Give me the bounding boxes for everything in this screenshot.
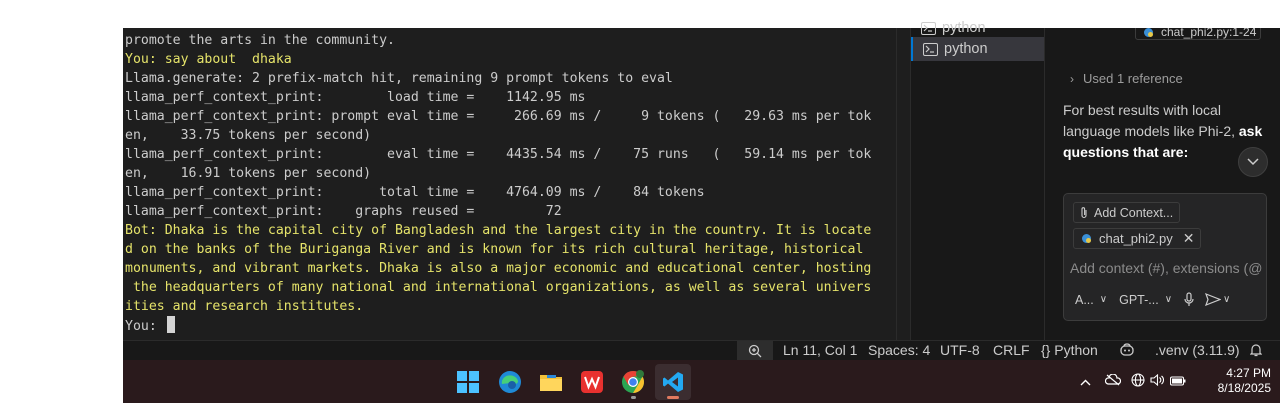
terminal-tab-label: python [942, 20, 986, 36]
terminal-line: llama_perf_context_print: prompt eval ti… [125, 109, 872, 124]
terminal-line: You: say about dhaka [125, 52, 292, 67]
active-indicator [667, 396, 679, 399]
taskbar-app-wps[interactable] [574, 364, 610, 400]
terminal-line: the headquarters of many national and in… [125, 280, 872, 295]
terminal-line: llama_perf_context_print: eval time = 44… [125, 147, 872, 162]
attached-file-label: chat_phi2.py [1099, 231, 1173, 246]
system-tray [1080, 360, 1186, 403]
terminal-cursor [166, 316, 175, 333]
braces-icon: {} [1041, 342, 1055, 358]
line-ending[interactable]: CRLF [993, 341, 1030, 361]
microphone-icon[interactable] [1184, 292, 1194, 307]
chevron-down-icon: ∨ [1164, 294, 1173, 305]
terminal-tab-python-active[interactable]: python [911, 37, 1045, 61]
battery-icon[interactable] [1169, 374, 1186, 389]
add-context-label: Add Context... [1094, 205, 1174, 220]
file-reference-chip[interactable]: chat_phi2.py:1-24 [1135, 28, 1261, 40]
language-label: Python [1054, 342, 1098, 358]
language-mode[interactable]: {} Python [1041, 341, 1098, 361]
wps-office-icon [581, 371, 603, 393]
terminal-line: monuments, and vibrant markets. Dhaka is… [125, 261, 872, 276]
attached-file-chip[interactable]: chat_phi2.py ✕ [1073, 228, 1202, 249]
clock-date: 8/18/2025 [1217, 381, 1271, 395]
python-file-icon [1082, 234, 1091, 243]
vscode-icon [663, 372, 683, 392]
taskbar-app-chrome[interactable] [615, 364, 651, 400]
python-file-icon [1144, 28, 1153, 37]
taskbar-app-vscode[interactable] [655, 364, 691, 400]
python-interpreter[interactable]: .venv (3.11.9) [1155, 341, 1240, 361]
taskbar-clock[interactable]: 4:27 PM 8/18/2025 [1211, 366, 1271, 396]
terminal-icon [921, 21, 936, 35]
scroll-down-button[interactable] [1238, 147, 1268, 177]
cloud-off-icon[interactable] [1104, 373, 1122, 389]
running-indicator [631, 396, 636, 399]
terminal-line: llama_perf_context_print: total time = 4… [125, 185, 705, 200]
folder-icon [540, 375, 562, 391]
terminal-line: llama_perf_context_print: graphs reused … [125, 204, 562, 219]
chevron-down-icon: ∨ [1099, 294, 1108, 305]
taskbar-app-file-explorer[interactable] [533, 364, 569, 400]
terminal-tab-list: python python [910, 20, 1045, 340]
file-reference-label: chat_phi2.py:1-24 [1161, 28, 1257, 39]
edge-browser-icon [499, 371, 521, 393]
chevron-down-icon[interactable]: ∨ [1223, 294, 1230, 305]
language-globe-icon[interactable] [1131, 373, 1145, 390]
add-context-button[interactable]: Add Context... [1073, 202, 1181, 223]
cursor-position[interactable]: Ln 11, Col 1 [783, 341, 857, 361]
terminal-scrollbar[interactable] [896, 28, 910, 340]
terminal-tab-label: python [944, 41, 988, 57]
chat-response: For best results with local language mod… [1063, 100, 1268, 163]
terminal-line: llama_perf_context_print: load time = 11… [125, 90, 586, 105]
terminal-line: Bot: Dhaka is the capital city of Bangla… [125, 223, 872, 238]
terminal-line: en, 33.75 tokens per second) [125, 128, 372, 143]
terminal-line: en, 16.91 tokens per second) [125, 166, 372, 181]
terminal-line: Llama.generate: 2 prefix-match hit, rema… [125, 71, 673, 86]
used-references-toggle[interactable]: › Used 1 reference [1070, 71, 1183, 86]
model-label: GPT-... [1119, 292, 1159, 307]
taskbar-app-edge[interactable] [492, 364, 528, 400]
send-icon[interactable] [1205, 293, 1222, 306]
status-bar: Ln 11, Col 1 Spaces: 4 UTF-8 CRLF {} Pyt… [123, 340, 1280, 361]
chat-input-box: Add Context... chat_phi2.py ✕ A... ∨ GPT-… [1063, 193, 1267, 321]
encoding[interactable]: UTF-8 [940, 341, 980, 361]
zoom-button[interactable] [737, 341, 773, 361]
paperclip-icon [1081, 207, 1087, 219]
windows-taskbar: 4:27 PM 8/18/2025 [123, 360, 1280, 403]
zoom-in-icon [748, 344, 762, 358]
mode-label: A... [1075, 292, 1094, 307]
close-icon[interactable]: ✕ [1183, 230, 1195, 247]
chevron-up-icon[interactable] [1080, 374, 1091, 389]
response-text: For best results with local language mod… [1063, 102, 1239, 139]
indentation[interactable]: Spaces: 4 [868, 341, 930, 361]
chat-panel: chat_phi2.py:1-24 › Used 1 reference For… [1044, 28, 1280, 340]
chevron-right-icon: › [1070, 71, 1074, 86]
bell-icon[interactable] [1249, 341, 1263, 361]
volume-icon[interactable] [1150, 373, 1164, 389]
clock-time: 4:27 PM [1226, 366, 1271, 380]
terminal-line: ities and research institutes. [125, 299, 364, 314]
terminal-line: d on the banks of the Buriganga River an… [125, 242, 864, 257]
terminal-panel[interactable]: promote the arts in the community. You: … [123, 28, 896, 340]
chat-input-toolbar: A... ∨ GPT-... ∨ ∨ [1075, 292, 1230, 307]
terminal-icon [923, 42, 938, 56]
copilot-icon[interactable] [1119, 341, 1135, 361]
terminal-prompt: You: [125, 319, 165, 334]
windows-logo-icon [457, 371, 479, 393]
used-references-label: Used 1 reference [1083, 71, 1183, 86]
chrome-browser-icon [622, 370, 644, 393]
terminal-line: promote the arts in the community. [125, 33, 395, 48]
model-select[interactable]: GPT-... ∨ [1119, 293, 1172, 307]
start-button[interactable] [450, 364, 486, 400]
mode-select[interactable]: A... ∨ [1075, 293, 1107, 307]
chat-input[interactable] [1070, 260, 1266, 276]
chevron-down-icon [1247, 158, 1259, 166]
terminal-prompt-line[interactable]: You: [125, 316, 175, 335]
